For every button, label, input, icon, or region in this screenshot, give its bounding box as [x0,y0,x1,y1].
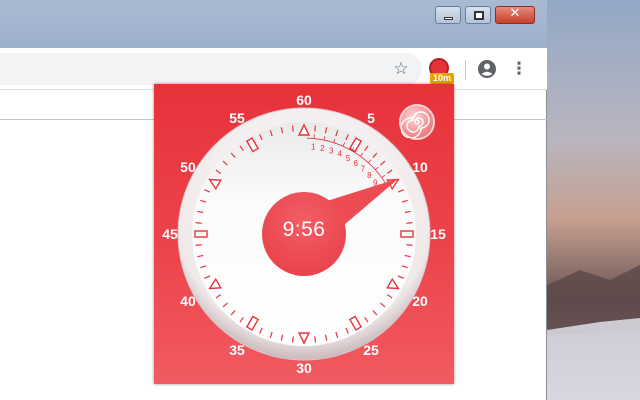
sub-scale-label: 5 [346,154,351,163]
dial-label: 5 [367,110,375,126]
dial-label: 60 [296,92,312,108]
minute-tick [406,244,413,246]
sub-scale-label: 4 [338,150,343,159]
close-button[interactable]: ✕ [495,6,535,24]
minimize-button[interactable] [435,6,461,24]
window-controls: ✕ [435,6,535,24]
timer-extension-button[interactable]: 10m [427,56,455,84]
dial-label: 20 [412,293,428,309]
minute-tick [314,336,316,343]
timer-popup: 123456789 60 5 10 15 20 25 30 35 40 45 50 55 9:56 [154,84,454,384]
dial-label: 30 [296,360,312,376]
maximize-button[interactable] [465,6,491,24]
minute-tick [292,336,294,343]
spiral-settings-icon [400,111,430,139]
time-remaining: 9:56 [282,218,326,241]
account-circle-icon[interactable] [476,58,498,80]
settings-button[interactable] [399,104,435,140]
dial-label: 10 [412,159,428,175]
address-bar[interactable] [0,53,422,85]
close-icon: ✕ [509,6,521,21]
sub-scale-label: 3 [329,146,334,155]
dial-label: 50 [180,159,196,175]
sub-scale-label: 6 [353,159,358,168]
star-icon[interactable]: ☆ [389,57,413,81]
minute-tick [195,244,202,246]
sub-scale-label: 7 [361,165,366,174]
dial-label: 35 [229,342,245,358]
dial-label: 55 [229,110,245,126]
sub-scale-label: 1 [311,142,316,151]
dial-label: 25 [363,342,379,358]
minimize-icon [444,17,453,20]
dial-label: 40 [180,293,196,309]
extension-badge: 10m [430,73,455,84]
more-vert-icon[interactable]: ⋮ [507,57,531,81]
maximize-icon [474,11,484,20]
sub-scale-label: 8 [367,171,372,180]
minute-tick [292,125,294,132]
toolbar-separator [465,60,466,80]
minute-tick [314,125,316,132]
title-bar: ✕ [0,0,547,48]
sub-scale-label: 2 [320,144,325,153]
